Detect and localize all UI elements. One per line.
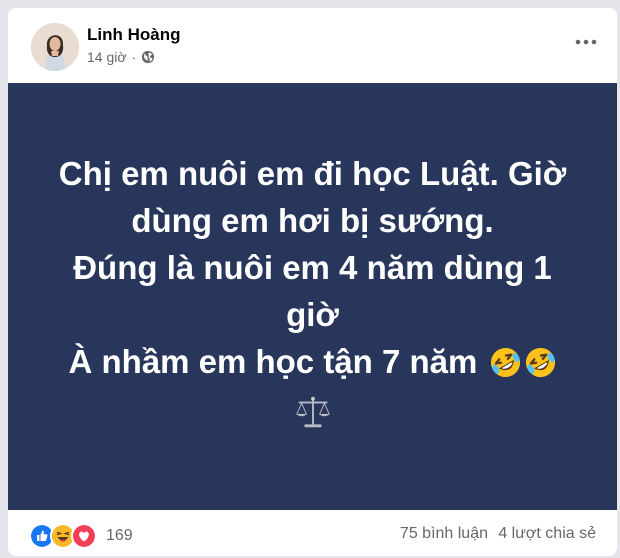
- post-line: giờ: [286, 296, 339, 333]
- rolling-on-floor-laughing-icon: [525, 347, 555, 378]
- post-line: Chị em nuôi em đi học Luật. Giờ: [58, 155, 567, 192]
- rolling-on-floor-laughing-icon: [490, 347, 520, 378]
- post-line-with-emoji: À nhầm em học tận 7 năm: [33, 338, 593, 385]
- avatar[interactable]: [31, 23, 79, 71]
- post-card: Linh Hoàng 14 giờ · Chị em nuôi em đi họ…: [8, 8, 617, 556]
- post-text: Chị em nuôi em đi học Luật. Giờ dùng em …: [33, 150, 593, 431]
- post-footer: 169 75 bình luận 4 lượt chia sẻ: [8, 510, 617, 556]
- love-icon: [71, 523, 97, 549]
- globe-icon: [142, 50, 155, 64]
- author-name[interactable]: Linh Hoàng: [87, 25, 180, 45]
- post-line: Đúng là nuôi em 4 năm dùng 1: [73, 249, 552, 286]
- more-options-icon[interactable]: [575, 34, 597, 50]
- shares-count[interactable]: 4 lượt chia sẻ: [498, 525, 596, 543]
- post-line: dùng em hơi bị sướng.: [131, 202, 494, 239]
- comments-count[interactable]: 75 bình luận: [400, 525, 488, 543]
- avatar-photo-icon: [31, 23, 79, 71]
- reactions-summary[interactable]: 169: [29, 523, 133, 549]
- post-meta: 14 giờ ·: [87, 49, 155, 65]
- post-background[interactable]: Chị em nuôi em đi học Luật. Giờ dùng em …: [8, 83, 617, 510]
- separator-dot: ·: [131, 49, 137, 65]
- post-time[interactable]: 14 giờ: [87, 49, 127, 65]
- post-line: À nhầm em học tận 7 năm: [68, 343, 478, 380]
- balance-scale-icon: [295, 396, 330, 428]
- reaction-count[interactable]: 169: [106, 527, 133, 545]
- post-header: Linh Hoàng 14 giờ ·: [8, 8, 617, 84]
